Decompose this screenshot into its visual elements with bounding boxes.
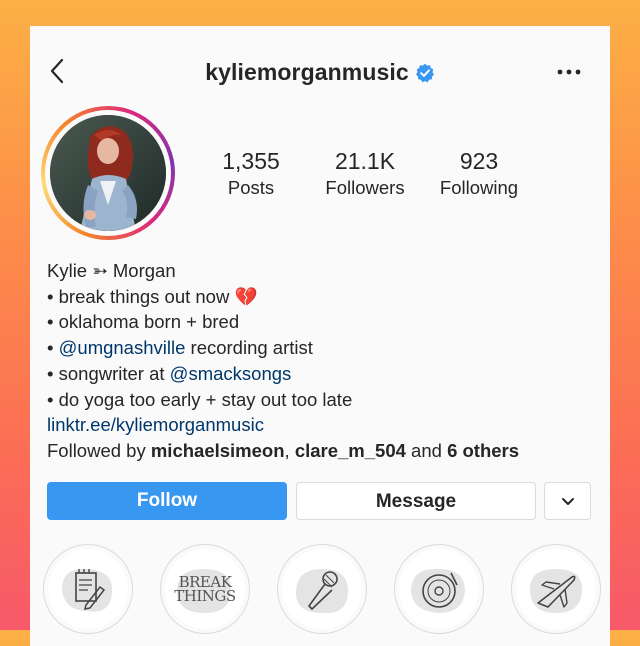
following-label: Following <box>439 177 519 198</box>
display-name: Kylie ➳ Morgan <box>47 260 176 281</box>
profile-username-header: kyliemorganmusic <box>30 59 610 86</box>
follower-name[interactable]: michaelsimeon <box>151 440 285 461</box>
bio-line: • do yoga too early + stay out too late <box>47 388 353 410</box>
highlight-item[interactable] <box>394 544 484 634</box>
stat-following[interactable]: 923 Following <box>432 148 526 202</box>
followed-by-and: and <box>405 439 448 461</box>
following-count: 923 <box>459 148 499 174</box>
follower-name[interactable]: clare_m_504 <box>295 440 406 461</box>
suggested-dropdown-button[interactable] <box>544 482 591 520</box>
highlight-cover <box>48 549 128 629</box>
avatar[interactable] <box>50 115 166 231</box>
highlight-cover: BREAK THINGS <box>165 549 245 629</box>
bio-line: • oklahoma born + bred <box>47 311 240 333</box>
stat-followers[interactable]: 21.1K Followers <box>317 148 413 202</box>
followers-label: Followers <box>325 177 405 198</box>
mention-link[interactable]: @smacksongs <box>170 363 292 384</box>
profile-photo <box>50 115 166 231</box>
profile-bio: Kylie ➳ Morgan • break things out now 💔 … <box>47 258 607 464</box>
bio-line-mention: • songwriter at @smacksongs <box>47 362 292 384</box>
notepad-pencil-icon <box>62 568 113 612</box>
posts-label: Posts <box>227 177 275 198</box>
followed-by-prefix: Followed by <box>47 439 151 461</box>
highlight-text: BREAK THINGS <box>174 573 236 605</box>
message-button[interactable]: Message <box>296 482 536 520</box>
highlight-item[interactable]: BREAK THINGS <box>160 544 250 634</box>
more-horizontal-icon[interactable] <box>556 62 582 82</box>
highlight-item[interactable] <box>277 544 367 634</box>
mention-link[interactable]: @umgnashville <box>59 337 186 358</box>
highlight-item[interactable] <box>511 544 601 634</box>
verified-badge-icon <box>415 63 434 83</box>
profile-screen: kyliemorganmusic 1,355 Posts 21.1K Follo… <box>30 26 610 646</box>
airplane-icon <box>530 569 582 613</box>
followed-by[interactable]: Followed by michaelsimeon, clare_m_504 a… <box>47 438 607 464</box>
followed-by-others[interactable]: 6 others <box>447 440 519 461</box>
story-ring[interactable] <box>41 106 175 240</box>
highlight-cover <box>399 549 479 629</box>
microphone-icon <box>296 569 348 614</box>
stat-posts[interactable]: 1,355 Posts <box>214 148 288 202</box>
highlight-cover <box>282 549 362 629</box>
vinyl-record-icon <box>411 568 465 613</box>
follow-button[interactable]: Follow <box>47 482 287 520</box>
followers-count: 21.1K <box>334 148 396 174</box>
highlight-item[interactable] <box>43 544 133 634</box>
bio-line-mention: • @umgnashville recording artist <box>47 337 313 359</box>
chevron-down-icon <box>561 498 574 505</box>
highlight-cover <box>516 549 596 629</box>
username-text: kyliemorganmusic <box>205 59 409 85</box>
bio-line: • break things out now 💔 <box>47 285 258 307</box>
website-link[interactable]: linktr.ee/kyliemorganmusic <box>47 412 607 438</box>
posts-count: 1,355 <box>222 148 280 174</box>
